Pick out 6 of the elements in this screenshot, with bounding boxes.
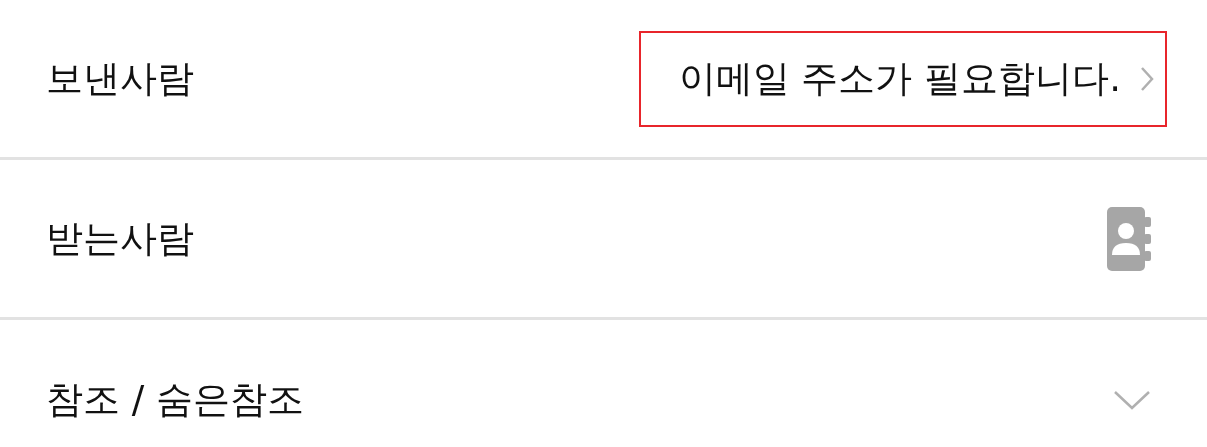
field-label: 보낸사람 — [46, 55, 194, 102]
field-label: 참조 / 숨은참조 — [46, 377, 304, 424]
chevron-down-icon[interactable] — [1113, 389, 1151, 411]
address-book-icon[interactable] — [1107, 206, 1151, 271]
sender-email-field[interactable]: 이메일 주소가 필요합니다. — [638, 30, 1167, 127]
field-label: 받는사람 — [46, 215, 194, 262]
